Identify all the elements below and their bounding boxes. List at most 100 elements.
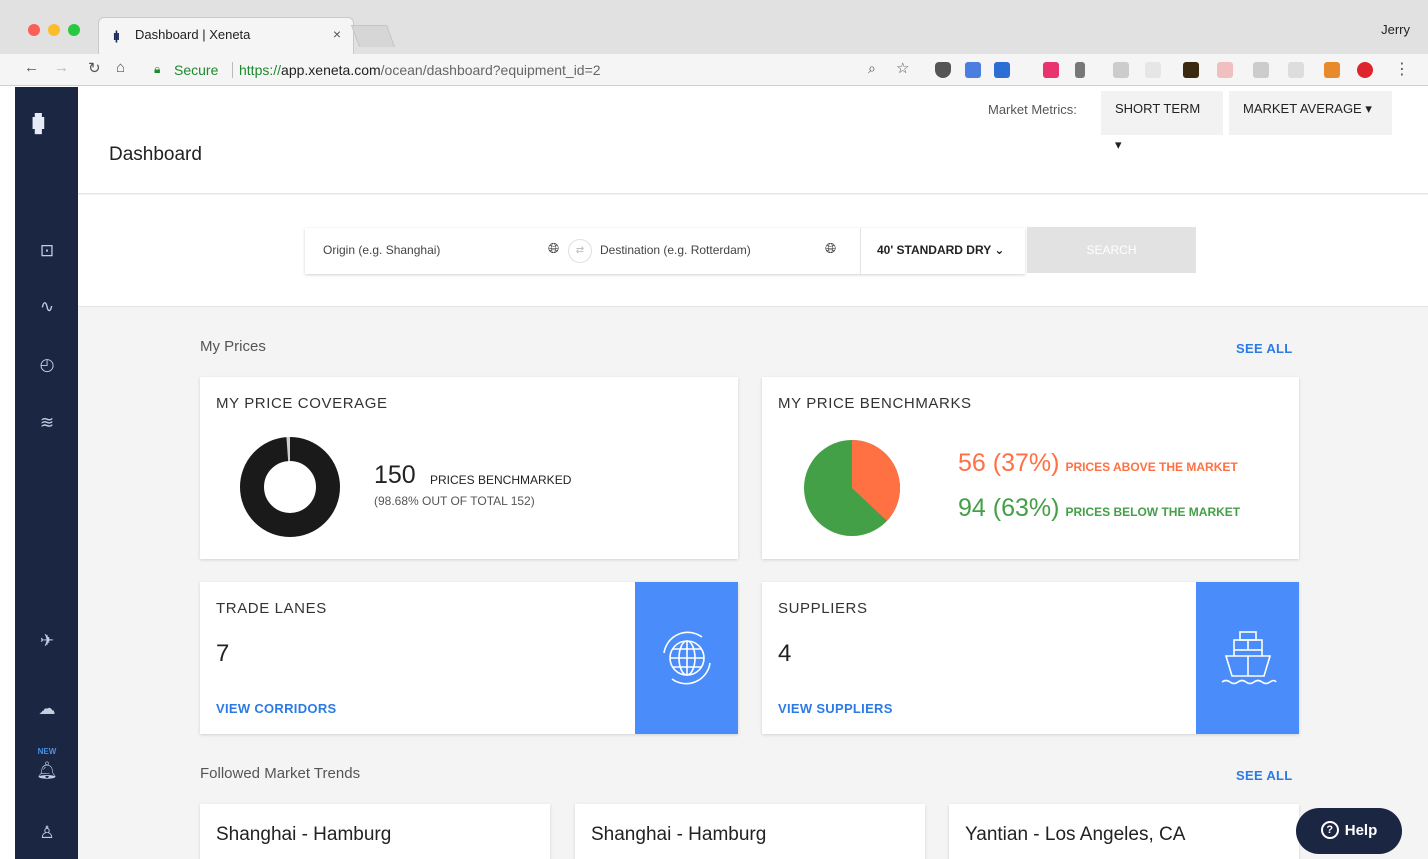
trend-route-title: Shanghai - Hamburg: [216, 824, 392, 845]
bell-icon[interactable]: 🔔︎: [35, 759, 59, 783]
pulse-icon[interactable]: ∿: [35, 295, 59, 319]
browser-menu-icon[interactable]: ⋮: [1394, 59, 1410, 79]
trade-lanes-count: 7: [216, 640, 230, 667]
fox-extension-icon[interactable]: [1324, 62, 1340, 78]
coverage-subtitle: (98.68% OUT OF TOTAL 152): [374, 494, 535, 508]
k-extension-icon[interactable]: [1183, 62, 1199, 78]
plane-icon[interactable]: ✈: [35, 629, 59, 653]
url-scheme: https://: [239, 62, 282, 78]
pocket-extension-icon[interactable]: [935, 62, 951, 78]
destination-input[interactable]: Destination (e.g. Rotterdam): [600, 243, 751, 257]
n-extension-icon[interactable]: [1145, 62, 1161, 78]
price-benchmarks-title: MY PRICE BENCHMARKS: [778, 395, 972, 412]
layers-icon[interactable]: ≋: [35, 411, 59, 435]
browser-tab-bar: ı|ı Dashboard | Xeneta × Jerry: [0, 0, 1428, 54]
price-coverage-card: MY PRICE COVERAGE 150 PRICES BENCHMARKED…: [200, 377, 738, 559]
pinterest-extension-icon[interactable]: [1357, 62, 1373, 78]
trend-card[interactable]: Shanghai - Hamburg: [200, 804, 550, 859]
suppliers-title: SUPPLIERS: [778, 600, 868, 617]
trend-card[interactable]: Yantian - Los Angeles, CA: [949, 804, 1299, 859]
cast-extension-icon[interactable]: [1288, 62, 1304, 78]
help-label: Help: [1344, 822, 1378, 839]
trade-lanes-title: TRADE LANES: [216, 600, 327, 617]
suppliers-card: SUPPLIERS 4 VIEW SUPPLIERS: [762, 582, 1299, 734]
zoom-icon[interactable]: ⌕: [868, 60, 876, 77]
sidebar: ı|||ı ⊡ ∿ ◴ ≋ ✈ NEW ☁ 🔔︎ ♙: [15, 87, 78, 859]
app-main: Dashboard Market Metrics: SHORT TERM ▾ M…: [78, 87, 1428, 859]
bookmark-icon[interactable]: ⊡: [35, 239, 59, 263]
destination-globe-icon[interactable]: 🌐︎: [825, 240, 836, 257]
trend-route-title: Yantian - Los Angeles, CA: [965, 824, 1186, 845]
browser-tab[interactable]: ı|ı Dashboard | Xeneta ×: [98, 17, 354, 54]
close-window-button[interactable]: [28, 24, 40, 36]
new-tab-button[interactable]: [350, 25, 396, 47]
above-market-label: PRICES ABOVE THE MARKET: [1065, 460, 1238, 474]
cloud-upload-icon[interactable]: ☁: [35, 697, 59, 721]
maximize-window-button[interactable]: [68, 24, 80, 36]
trend-card[interactable]: Shanghai - Hamburg: [575, 804, 925, 859]
equipment-divider: [860, 228, 861, 274]
benchmark-pie-chart: [804, 440, 900, 536]
benchmark-below-row: 94 (63%) PRICES BELOW THE MARKET: [958, 494, 1240, 523]
help-question-icon: ?: [1320, 821, 1339, 839]
tab-close-icon[interactable]: ×: [333, 26, 341, 42]
route-search-box: Origin (e.g. Shanghai) 🌐︎ ⇄ Destination …: [305, 228, 1025, 274]
minimize-window-button[interactable]: [48, 24, 60, 36]
trends-see-all-link[interactable]: SEE ALL: [1236, 768, 1293, 783]
trade-lanes-card: TRADE LANES 7 VIEW CORRIDORS: [200, 582, 738, 734]
new-extension-icon[interactable]: [994, 62, 1010, 78]
url-host: app.xeneta.com: [281, 62, 381, 78]
profile-name[interactable]: Jerry: [1381, 22, 1410, 37]
reload-icon[interactable]: ↻: [88, 59, 101, 77]
swap-route-icon[interactable]: ⇄: [568, 239, 592, 263]
address-bar[interactable]: 🔒︎ Secure https://app.xeneta.com/ocean/d…: [146, 58, 926, 82]
below-market-label: PRICES BELOW THE MARKET: [1065, 505, 1241, 519]
globe-icon: [663, 631, 711, 685]
xeneta-favicon-icon: ı|ı: [113, 28, 120, 43]
cloud-extension-icon[interactable]: [1113, 62, 1129, 78]
address-divider: [232, 62, 233, 78]
origin-input[interactable]: Origin (e.g. Shanghai): [323, 243, 440, 257]
gauge-icon[interactable]: ◴: [35, 353, 59, 377]
help-button[interactable]: ? Help: [1296, 808, 1402, 854]
url-path: /ocean/dashboard?equipment_id=2: [380, 62, 601, 78]
view-suppliers-link[interactable]: VIEW SUPPLIERS: [778, 701, 893, 716]
short-term-dropdown[interactable]: SHORT TERM ▾: [1101, 91, 1223, 152]
price-benchmarks-card: MY PRICE BENCHMARKS 56 (37%) PRICES ABOVE…: [762, 377, 1299, 559]
user-icon[interactable]: ♙: [35, 821, 59, 845]
dollar-extension-icon[interactable]: [1075, 62, 1085, 78]
coverage-benchmarked-arc: [240, 437, 340, 537]
forward-icon[interactable]: →: [54, 59, 69, 76]
camera-extension-icon[interactable]: [1043, 62, 1059, 78]
search-band: Origin (e.g. Shanghai) 🌐︎ ⇄ Destination …: [78, 195, 1428, 307]
search-button[interactable]: SEARCH: [1027, 227, 1196, 273]
trend-route-title: Shanghai - Hamburg: [591, 824, 767, 845]
suppliers-count: 4: [778, 640, 792, 667]
ship-icon: [1221, 631, 1277, 685]
coverage-count: 150: [374, 461, 416, 489]
translate-extension-icon[interactable]: [965, 62, 981, 78]
price-coverage-title: MY PRICE COVERAGE: [216, 395, 388, 412]
market-average-dropdown[interactable]: MARKET AVERAGE ▾: [1229, 91, 1392, 135]
tab-title: Dashboard | Xeneta: [135, 27, 251, 42]
chart-extension-icon[interactable]: [1217, 62, 1233, 78]
my-prices-see-all-link[interactable]: SEE ALL: [1236, 341, 1293, 356]
bookmark-star-icon[interactable]: ☆: [896, 59, 909, 77]
g-extension-icon[interactable]: [1253, 62, 1269, 78]
view-corridors-link[interactable]: VIEW CORRIDORS: [216, 701, 336, 716]
url-text[interactable]: https://app.xeneta.com/ocean/dashboard?e…: [239, 62, 601, 78]
coverage-donut-chart: [240, 437, 340, 537]
equipment-dropdown[interactable]: 40' STANDARD DRY ⌄: [877, 243, 1004, 257]
page-title: Dashboard: [109, 144, 202, 165]
home-icon[interactable]: ⌂: [116, 59, 125, 76]
suppliers-tile: [1196, 582, 1299, 734]
benchmark-above-row: 56 (37%) PRICES ABOVE THE MARKET: [958, 449, 1238, 478]
back-icon[interactable]: ←: [24, 59, 39, 76]
lock-icon: 🔒︎: [154, 62, 161, 76]
browser-toolbar: ← → ↻ ⌂ 🔒︎ Secure https://app.xeneta.com…: [0, 54, 1428, 86]
followed-trends-title: Followed Market Trends: [200, 765, 361, 782]
xeneta-logo-icon[interactable]: ı|||ı: [31, 109, 46, 135]
secure-label: Secure: [174, 62, 219, 78]
app-header: Dashboard Market Metrics: SHORT TERM ▾ M…: [78, 87, 1428, 194]
origin-globe-icon[interactable]: 🌐︎: [548, 240, 559, 257]
